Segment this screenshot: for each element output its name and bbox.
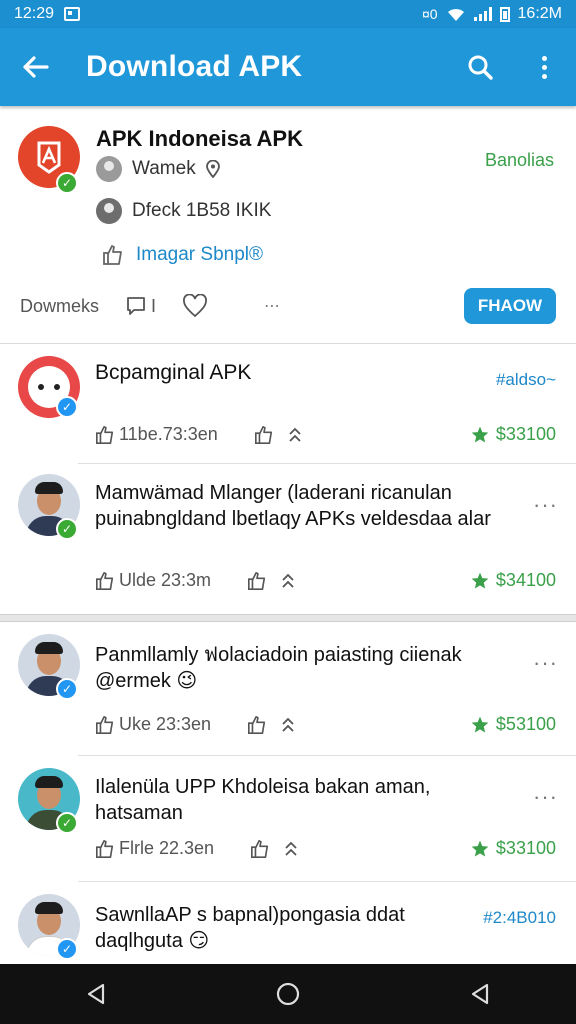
image-link[interactable]: Imagar Sbnpl® <box>102 244 263 266</box>
battery-icon <box>499 6 510 22</box>
thumb-up-icon <box>96 839 114 858</box>
list-item[interactable]: ✓ Bcpamginal APK #aldso~ 11be.73:3en $33… <box>0 344 576 464</box>
post-footer: Flrle 22.3en $33100 <box>95 838 556 859</box>
follow-button[interactable]: FHAOW <box>464 288 556 324</box>
list-item[interactable]: ✓ Panmllamly ฟolaciadoin paiasting ciien… <box>0 622 576 756</box>
list-item[interactable]: ✓ SawnllaAP s bapnal)pongasia ddat daqlh… <box>0 882 576 964</box>
app-header-card: ✓ APK Indoneisa APK Wamek Dfeck 1B58 IKI… <box>0 106 576 344</box>
star-icon <box>471 426 489 442</box>
verified-check-icon: ✓ <box>56 172 78 194</box>
category-badge[interactable]: Banolias <box>485 150 554 171</box>
like-count: Ulde 23:3m <box>119 570 212 590</box>
comment-icon <box>127 297 145 315</box>
like-button[interactable]: Flrle 22.3en <box>95 838 214 859</box>
price-value: $53100 <box>495 714 556 734</box>
screen: 12:29 ¤0 16:2M Download APK ✓ APK Indone… <box>0 0 576 1024</box>
nav-home-icon[interactable] <box>275 981 301 1007</box>
star-icon <box>471 572 489 588</box>
status-time-right: 16:2M <box>517 5 562 22</box>
post-footer: Ulde 23:3m $34100 <box>95 570 556 591</box>
post-text: Panmllamly ฟolaciadoin paiasting ciienak… <box>95 644 462 692</box>
star-icon <box>471 840 489 856</box>
more-horizontal-icon[interactable]: ··· <box>533 492 558 518</box>
thumb-up-icon[interactable] <box>254 425 274 445</box>
app-title: APK Indoneisa APK <box>96 126 303 151</box>
feed: ✓ APK Indoneisa APK Wamek Dfeck 1B58 IKI… <box>0 106 576 964</box>
comment-button[interactable]: I <box>125 295 156 317</box>
hashtag-link[interactable]: #aldso~ <box>496 370 556 390</box>
verified-check-icon: ✓ <box>56 396 78 418</box>
like-button[interactable]: Uke 23:3en <box>95 714 211 735</box>
like-count: Flrle 22.3en <box>119 838 215 858</box>
arrow-left-icon[interactable] <box>0 28 70 106</box>
post-text: Mamwämad Mlanger (laderani ricanulan pui… <box>95 482 491 530</box>
post-text: Ilalenüla UPP Khdoleisa bakan aman, hats… <box>95 776 431 824</box>
like-button[interactable]: Ulde 23:3m <box>95 570 211 591</box>
post-text: Bcpamginal APK <box>95 361 252 384</box>
chevrons-up-icon[interactable] <box>284 840 298 858</box>
share-icon[interactable]: ⋯ <box>264 296 280 316</box>
more-horizontal-icon[interactable]: ··· <box>533 784 558 810</box>
nav-recents-icon[interactable] <box>468 982 492 1006</box>
post-footer: 11be.73:3en $33100 <box>95 424 556 445</box>
heart-icon[interactable] <box>182 294 208 318</box>
nav-back-icon[interactable] <box>84 982 108 1006</box>
price-value: $33100 <box>495 424 556 444</box>
signal-icon <box>473 7 492 21</box>
author-name[interactable]: Wamek <box>132 158 196 180</box>
price: $33100 <box>470 424 556 445</box>
thumb-up-icon[interactable] <box>250 839 270 859</box>
price: $33100 <box>470 838 556 859</box>
like-count: Uke 23:3en <box>119 714 212 734</box>
more-vertical-icon[interactable] <box>512 28 576 106</box>
location-pin-icon <box>205 160 220 178</box>
thumb-up-icon[interactable] <box>247 715 267 735</box>
app-bar: Download APK <box>0 28 576 106</box>
thumb-up-icon <box>96 425 114 444</box>
verified-check-icon: ✓ <box>56 518 78 540</box>
notification-icon <box>64 7 81 21</box>
like-button[interactable]: 11be.73:3en <box>95 424 218 445</box>
verified-check-icon: ✓ <box>56 938 78 960</box>
downloads-label[interactable]: Dowmeks <box>20 296 99 317</box>
price: $53100 <box>470 714 556 735</box>
post-footer: Uke 23:3en $53100 <box>95 714 556 735</box>
post-text: SawnllaAP s bapnal)pongasia ddat daqlhgu… <box>95 904 405 952</box>
author-avatar <box>96 156 122 182</box>
section-divider <box>0 614 576 622</box>
meta-text: Dfeck 1B58 IKIK <box>132 200 272 221</box>
chevrons-up-icon[interactable] <box>281 572 295 590</box>
more-horizontal-icon[interactable]: ··· <box>533 650 558 676</box>
publisher-avatar <box>96 198 122 224</box>
author-row: Wamek <box>96 156 220 182</box>
verified-check-icon: ✓ <box>56 678 78 700</box>
system-nav-bar <box>0 964 576 1024</box>
status-time-left: 12:29 <box>14 5 55 22</box>
bluetooth-icon: ¤0 <box>421 6 438 22</box>
star-icon <box>471 716 489 732</box>
wifi-icon <box>447 8 464 21</box>
list-item[interactable]: ✓ Ilalenüla UPP Khdoleisa bakan aman, ha… <box>0 756 576 882</box>
thumb-up-icon <box>96 715 114 734</box>
price-value: $33100 <box>495 838 556 858</box>
list-item[interactable]: ✓ Mamwämad Mlanger (laderani ricanulan p… <box>0 464 576 614</box>
thumb-up-outline-icon <box>103 245 122 265</box>
chevrons-up-icon[interactable] <box>288 426 302 444</box>
price-value: $34100 <box>495 570 556 590</box>
header-actions: Dowmeks I ⋯ <box>20 294 280 318</box>
hashtag-link[interactable]: #2:4B010 <box>483 908 556 928</box>
price: $34100 <box>470 570 556 591</box>
page-title: Download APK <box>86 50 303 83</box>
chevrons-up-icon[interactable] <box>281 716 295 734</box>
verified-check-icon: ✓ <box>56 812 78 834</box>
image-link-label: Imagar Sbnpl® <box>136 244 264 265</box>
meta-row: Dfeck 1B58 IKIK <box>96 198 271 224</box>
like-count: 11be.73:3en <box>119 424 218 444</box>
thumb-up-icon[interactable] <box>247 571 267 591</box>
thumb-up-icon <box>96 571 114 590</box>
status-bar: 12:29 ¤0 16:2M <box>0 0 576 28</box>
comment-count: I <box>151 295 157 316</box>
search-icon[interactable] <box>448 28 512 106</box>
